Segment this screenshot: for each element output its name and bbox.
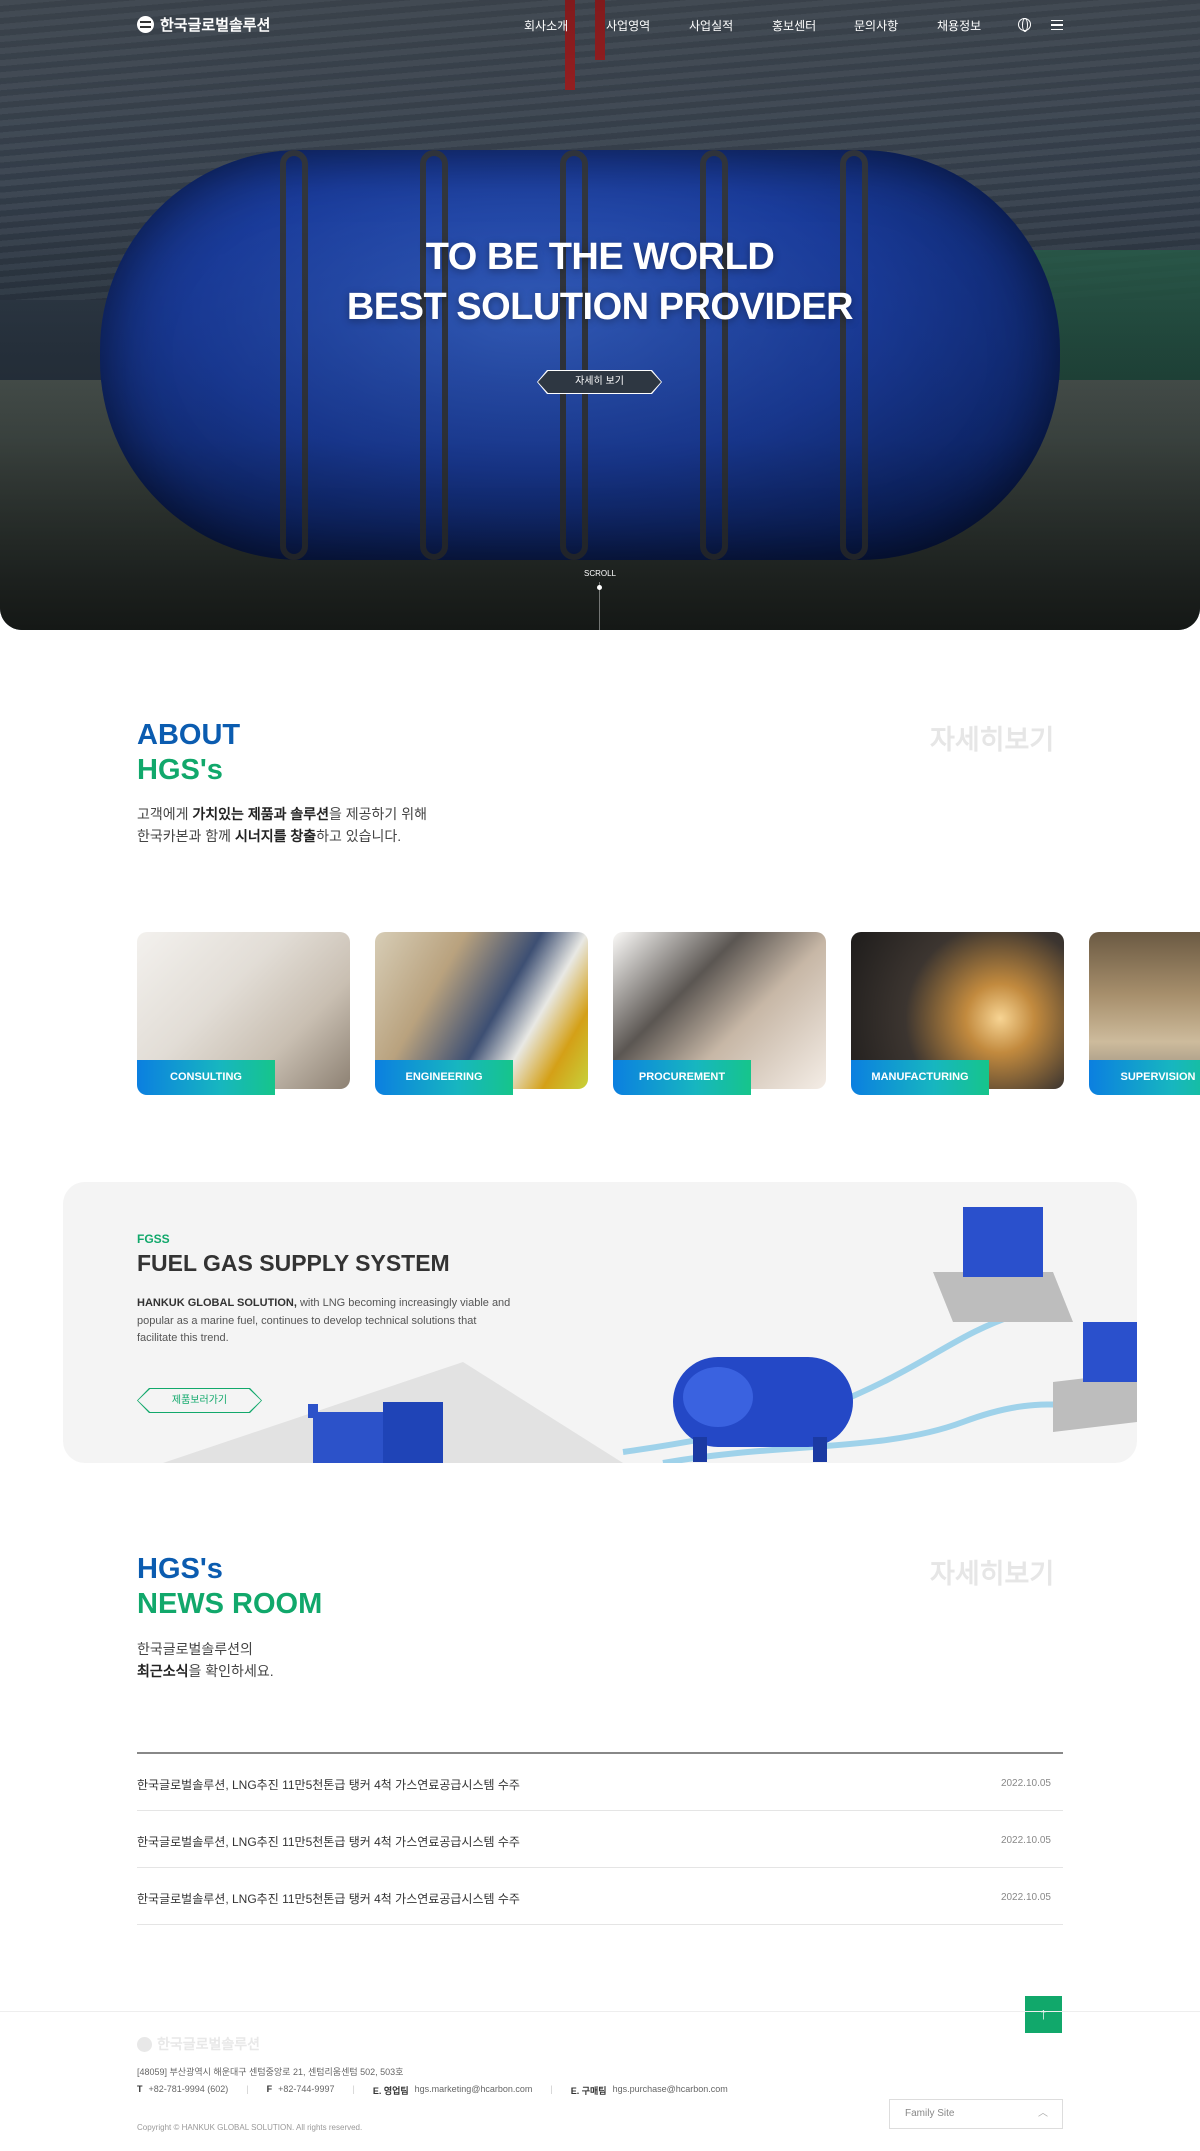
- service-card-supervision[interactable]: SUPERVISION: [1089, 932, 1200, 1095]
- scroll-label: SCROLL: [583, 569, 616, 578]
- contact-divider: |: [246, 2084, 249, 2094]
- about-desc1-bold: 가치있는 제품과 솔루션: [192, 806, 330, 822]
- globe-icon[interactable]: [1018, 18, 1031, 32]
- fgss-title: FUEL GAS SUPPLY SYSTEM: [137, 1250, 450, 1276]
- fgss-button-label: 제품보러가기: [138, 1389, 261, 1412]
- news-item-date: 2022.10.05: [1000, 1835, 1051, 1846]
- news-title-line1: HGS's: [137, 1553, 223, 1585]
- service-card-consulting[interactable]: CONSULTING: [137, 932, 350, 1095]
- sales-email-label: E. 영업팀: [372, 2086, 409, 2096]
- fax-label: F: [266, 2084, 273, 2094]
- hero-title-line1: TO BE THE WORLD: [425, 236, 775, 278]
- news-item-title: 한국글로벌솔루션, LNG추진 11만5천톤급 탱커 4척 가스연료공급시스템 …: [137, 1778, 520, 1792]
- about-description: 고객에게 가치있는 제품과 솔루션을 제공하기 위해 한국카본과 함께 시너지를…: [137, 803, 427, 847]
- nav-item-pr-center[interactable]: 홍보센터: [772, 17, 816, 34]
- service-cards: CONSULTING ENGINEERING PROCUREMENT MANUF…: [137, 932, 1200, 1097]
- footer-contacts: T +82-781-9994 (602) | F +82-744-9997 | …: [137, 2084, 728, 2097]
- service-card-label: ENGINEERING: [375, 1060, 513, 1095]
- copyright: Copyright © HANKUK GLOBAL SOLUTION. All …: [137, 2123, 363, 2132]
- news-title-line2: NEWS ROOM: [137, 1588, 323, 1620]
- news-item-date: 2022.10.05: [1000, 1892, 1051, 1903]
- fax-value: +82-744-9997: [278, 2084, 335, 2094]
- site-logo[interactable]: 한국글로벌솔루션: [137, 14, 270, 35]
- fgss-products-button[interactable]: 제품보러가기: [137, 1388, 262, 1413]
- nav-item-business[interactable]: 사업영역: [606, 17, 650, 34]
- news-more-link[interactable]: 자세히보기: [930, 1552, 1054, 1591]
- service-card-engineering[interactable]: ENGINEERING: [375, 932, 588, 1095]
- about-desc1-pre: 고객에게: [137, 806, 193, 822]
- service-card-label: SUPERVISION: [1089, 1060, 1200, 1095]
- top-navigation: 한국글로벌솔루션 회사소개 사업영역 사업실적 홍보센터 문의사항 채용정보: [0, 0, 1200, 48]
- about-title-line2: HGS's: [137, 754, 223, 786]
- fgss-banner: FGSS FUEL GAS SUPPLY SYSTEM HANKUK GLOBA…: [63, 1182, 1137, 1463]
- hamburger-menu-icon[interactable]: [1051, 20, 1063, 30]
- news-desc1: 한국글로벌솔루션의: [137, 1641, 253, 1657]
- contact-divider: |: [352, 2084, 355, 2094]
- news-item[interactable]: 한국글로벌솔루션, LNG추진 11만5천톤급 탱커 4척 가스연료공급시스템 …: [137, 1754, 1063, 1811]
- footer-address: [48059] 부산광역시 해운대구 센텀중앙로 21, 센텀리움센텀 502,…: [137, 2067, 404, 2077]
- about-title-line1: ABOUT: [137, 719, 241, 751]
- service-card-procurement[interactable]: PROCUREMENT: [613, 932, 826, 1095]
- service-card-label: CONSULTING: [137, 1060, 275, 1095]
- news-desc2-post: 을 확인하세요.: [188, 1663, 274, 1679]
- about-desc2-bold: 시너지를 창출: [234, 828, 317, 844]
- tel-label: T: [137, 2084, 143, 2094]
- about-more-link[interactable]: 자세히보기: [930, 718, 1054, 757]
- sales-email-value[interactable]: hgs.marketing@hcarbon.com: [415, 2084, 533, 2097]
- news-list: 한국글로벌솔루션, LNG추진 11만5천톤급 탱커 4척 가스연료공급시스템 …: [137, 1752, 1063, 1925]
- family-site-label: Family Site: [905, 2108, 955, 2119]
- news-item[interactable]: 한국글로벌솔루션, LNG추진 11만5천톤급 탱커 4척 가스연료공급시스템 …: [137, 1868, 1063, 1925]
- purchase-email-value[interactable]: hgs.purchase@hcarbon.com: [613, 2084, 728, 2097]
- nav-item-results[interactable]: 사업실적: [689, 17, 733, 34]
- fgss-kicker: FGSS: [137, 1232, 170, 1246]
- hero-headline: TO BE THE WORLD BEST SOLUTION PROVIDER: [0, 232, 1200, 332]
- about-heading: ABOUT HGS's: [137, 718, 240, 788]
- logo-mark-icon: [137, 16, 154, 33]
- about-desc2-pre: 한국카본과 함께: [137, 828, 235, 844]
- contact-divider: |: [550, 2084, 553, 2094]
- news-item-title: 한국글로벌솔루션, LNG추진 11만5천톤급 탱커 4척 가스연료공급시스템 …: [137, 1892, 520, 1906]
- service-card-label: MANUFACTURING: [851, 1060, 989, 1095]
- news-description: 한국글로벌솔루션의 최근소식을 확인하세요.: [137, 1638, 274, 1682]
- nav-item-company[interactable]: 회사소개: [524, 17, 568, 34]
- fgss-description: HANKUK GLOBAL SOLUTION, with LNG becomin…: [137, 1295, 517, 1348]
- hero-title-line2: BEST SOLUTION PROVIDER: [346, 286, 854, 328]
- nav-item-inquiry[interactable]: 문의사항: [854, 17, 898, 34]
- chevron-up-icon: ︿: [1038, 2108, 1048, 2119]
- news-item-date: 2022.10.05: [1000, 1778, 1051, 1789]
- about-desc2-post: 하고 있습니다.: [316, 828, 402, 844]
- purchase-email-label: E. 구매팀: [570, 2086, 607, 2096]
- service-card-manufacturing[interactable]: MANUFACTURING: [851, 932, 1064, 1095]
- footer-logo: 한국글로벌솔루션: [137, 2034, 260, 2054]
- hero-section: 한국글로벌솔루션 회사소개 사업영역 사업실적 홍보센터 문의사항 채용정보 T…: [0, 0, 1200, 630]
- logo-text: 한국글로벌솔루션: [160, 17, 271, 34]
- news-item-title: 한국글로벌솔루션, LNG추진 11만5천톤급 탱커 4척 가스연료공급시스템 …: [137, 1835, 520, 1849]
- family-site-select[interactable]: Family Site ︿: [889, 2099, 1063, 2129]
- hero-more-label: 자세히 보기: [538, 371, 661, 393]
- hero-more-button[interactable]: 자세히 보기: [537, 370, 662, 394]
- service-card-label: PROCUREMENT: [613, 1060, 751, 1095]
- news-heading: HGS's NEWS ROOM: [137, 1552, 322, 1622]
- site-footer: 한국글로벌솔루션 [48059] 부산광역시 해운대구 센텀중앙로 21, 센텀…: [0, 2011, 1200, 2151]
- scroll-indicator-dot: [597, 585, 602, 590]
- fgss-desc-bold: HANKUK GLOBAL SOLUTION,: [137, 1297, 297, 1309]
- about-desc1-post: 을 제공하기 위해: [329, 806, 427, 822]
- news-item[interactable]: 한국글로벌솔루션, LNG추진 11만5천톤급 탱커 4척 가스연료공급시스템 …: [137, 1811, 1063, 1868]
- news-desc2-bold: 최근소식: [137, 1663, 189, 1679]
- tel-value: +82-781-9994 (602): [148, 2084, 229, 2094]
- nav-item-careers[interactable]: 채용정보: [937, 17, 981, 34]
- footer-logo-mark-icon: [137, 2036, 152, 2052]
- footer-logo-text: 한국글로벌솔루션: [157, 2036, 261, 2052]
